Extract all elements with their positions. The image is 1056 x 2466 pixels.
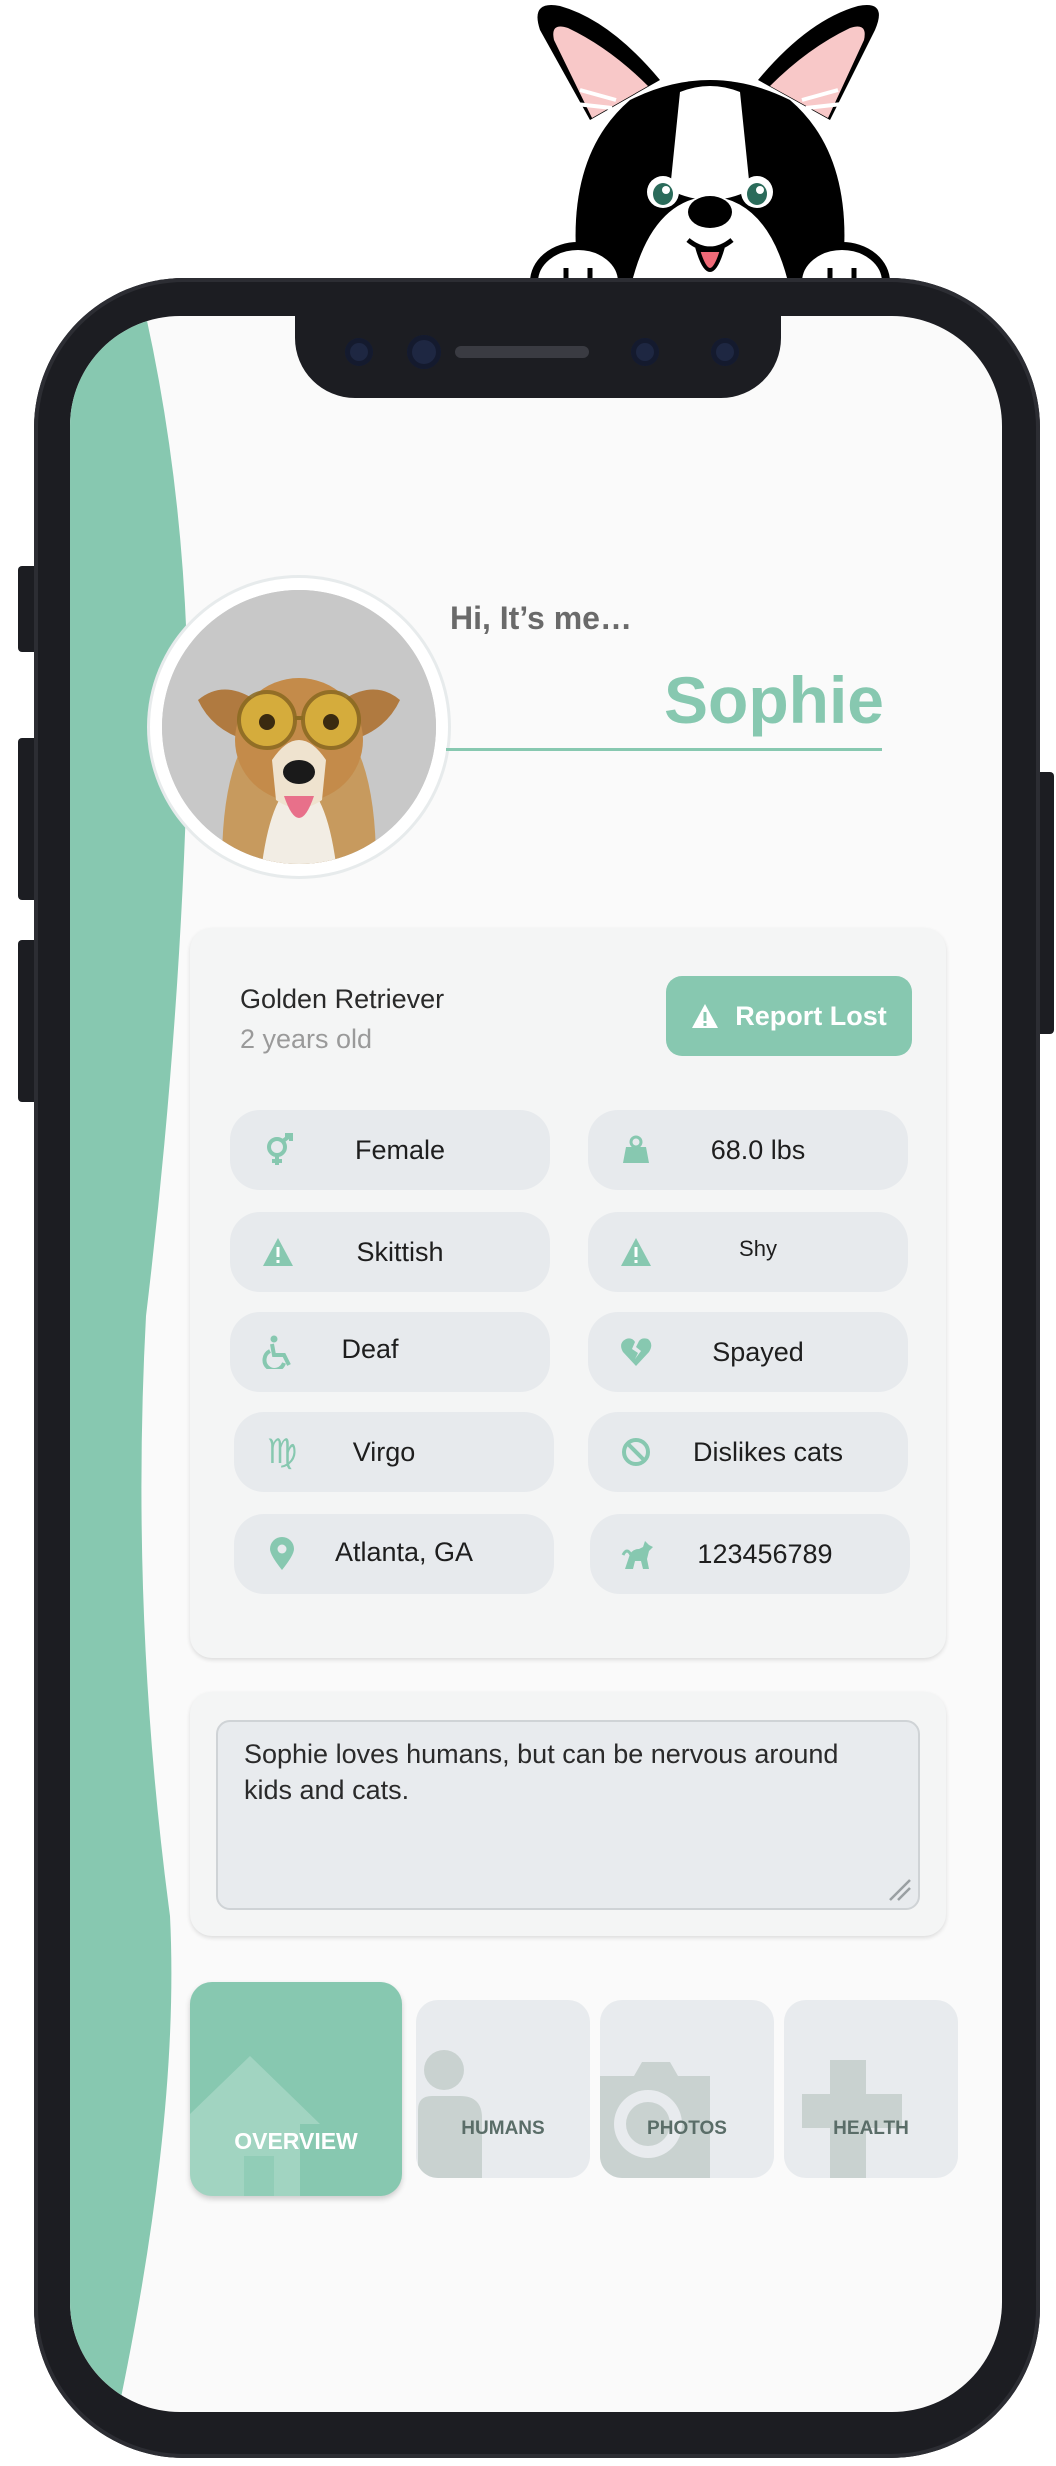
- attribute-weight: 68.0 lbs: [588, 1110, 908, 1190]
- attribute-disability: Deaf: [230, 1312, 550, 1392]
- name-underline: [446, 748, 882, 751]
- attribute-microchip: 123456789: [590, 1514, 910, 1594]
- age-label: 2 years old: [240, 1024, 373, 1054]
- home-icon: [190, 2056, 320, 2196]
- tab-health[interactable]: HEALTH: [784, 2000, 958, 2178]
- attribute-zodiac: ♍ Virgo: [234, 1412, 554, 1492]
- person-icon: [418, 2050, 482, 2178]
- tab-photos[interactable]: PHOTOS: [600, 2000, 774, 2178]
- tab-health-label: HEALTH: [833, 2118, 909, 2139]
- pet-avatar[interactable]: [162, 590, 436, 864]
- notes-textarea[interactable]: Sophie loves humans, but can be nervous …: [216, 1720, 920, 1910]
- tab-humans-label: HUMANS: [461, 2118, 545, 2139]
- sensor-icon: [631, 338, 659, 366]
- breed-label: Golden Retriever: [240, 984, 445, 1014]
- attribute-temperament-2: Shy: [588, 1212, 908, 1292]
- attribute-temperament-1: Skittish: [230, 1212, 550, 1292]
- attribute-gender: Female: [230, 1110, 550, 1190]
- attribute-spayed: Spayed: [588, 1312, 908, 1392]
- notes-text: Sophie loves humans, but can be nervous …: [244, 1739, 839, 1805]
- sensor-icon: [711, 338, 739, 366]
- tab-photos-label: PHOTOS: [647, 2118, 727, 2139]
- greeting: Hi, It’s me…: [450, 600, 632, 636]
- report-lost-button[interactable]: Report Lost: [666, 976, 912, 1056]
- tab-overview[interactable]: OVERVIEW: [190, 1982, 402, 2196]
- sensor-icon: [345, 338, 373, 366]
- speaker-grille: [455, 346, 589, 358]
- tab-humans[interactable]: HUMANS: [416, 2000, 590, 2178]
- pet-name: Sophie: [664, 663, 885, 737]
- dog-photo-illustration: [162, 590, 436, 864]
- attribute-dislikes: Dislikes cats: [588, 1412, 908, 1492]
- dog-mascot-illustration: [530, 5, 890, 320]
- attribute-location: Atlanta, GA: [234, 1514, 554, 1594]
- resize-handle-icon[interactable]: [886, 1878, 912, 1902]
- camera-icon: [407, 335, 441, 369]
- warning-icon: [692, 1004, 719, 1028]
- phone-notch: [295, 316, 781, 398]
- tab-overview-label: OVERVIEW: [234, 2128, 358, 2154]
- report-lost-label: Report Lost: [735, 1000, 887, 1031]
